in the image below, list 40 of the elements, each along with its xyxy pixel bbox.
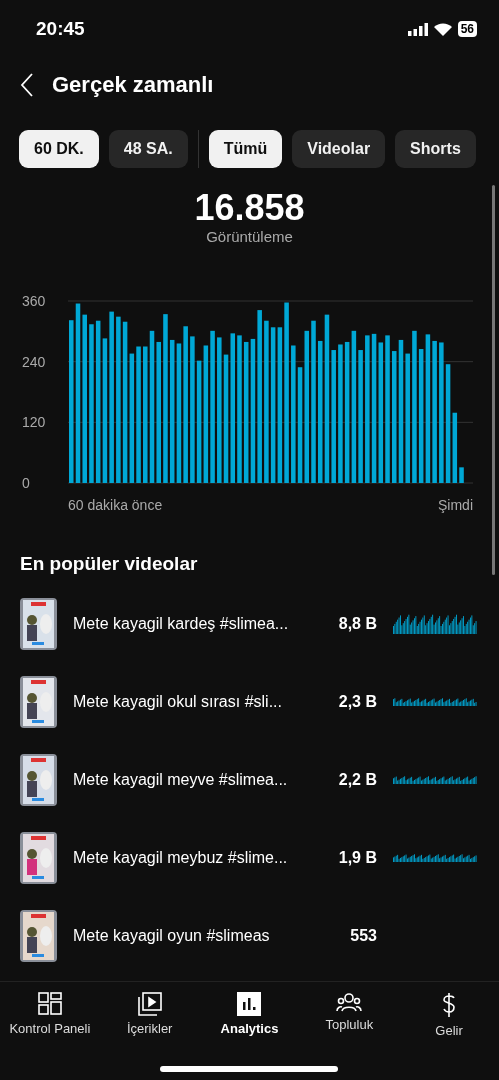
video-title[interactable]: Mete kayagil okul sırası #sli... [73, 693, 301, 711]
battery-level: 56 [457, 21, 477, 37]
view-count: 2,3 B [337, 693, 377, 711]
filter-chip[interactable]: 60 DK. [19, 130, 99, 168]
nav-tab[interactable]: Analytics [199, 982, 300, 1080]
video-library-icon [137, 992, 162, 1016]
filter-chip[interactable]: 48 SA. [108, 130, 188, 168]
nav-tab[interactable]: Topluluk [299, 982, 400, 1080]
dollar-icon [441, 992, 458, 1018]
nav-tab[interactable]: Gelir [399, 982, 499, 1080]
filter-chip[interactable]: Tümü [208, 130, 283, 168]
page-title: Gerçek zamanlı [52, 72, 214, 98]
signal-icon [407, 22, 428, 36]
filter-chip[interactable]: Videolar [292, 130, 386, 168]
clock: 20:45 [36, 18, 85, 40]
video-title[interactable]: Mete kayagil oyun #slimeas [73, 927, 301, 945]
axis-label: Şimdi [438, 497, 473, 513]
back-icon[interactable] [20, 73, 34, 97]
view-count: 8,8 B [337, 615, 377, 633]
analytics-icon [237, 992, 262, 1016]
dashboard-icon [37, 992, 62, 1016]
axis-label: 120 [22, 414, 46, 431]
video-title[interactable]: Mete kayagil meyve #slimea... [73, 771, 301, 789]
axis-label: 60 dakika önce [68, 497, 163, 513]
total-views: 16.858 [194, 188, 305, 228]
axis-label: 360 [22, 293, 46, 309]
view-count: 553 [349, 927, 377, 945]
view-count: 2,2 B [337, 771, 377, 789]
filter-chip[interactable]: Shorts [395, 130, 476, 168]
nav-tab[interactable]: Kontrol Paneli [0, 982, 100, 1080]
axis-label: 240 [22, 353, 46, 370]
section-title: En popüler videolar [20, 553, 199, 575]
people-icon [336, 992, 363, 1012]
views-label: Görüntüleme [206, 228, 293, 245]
nav-tab[interactable]: İçerikler [99, 982, 200, 1080]
video-title[interactable]: Mete kayagil meybuz #slime... [73, 849, 301, 867]
axis-label: 0 [22, 475, 30, 491]
wifi-icon [433, 22, 452, 36]
video-title[interactable]: Mete kayagil kardeş #slimea... [73, 615, 301, 633]
view-count: 1,9 B [337, 849, 377, 867]
